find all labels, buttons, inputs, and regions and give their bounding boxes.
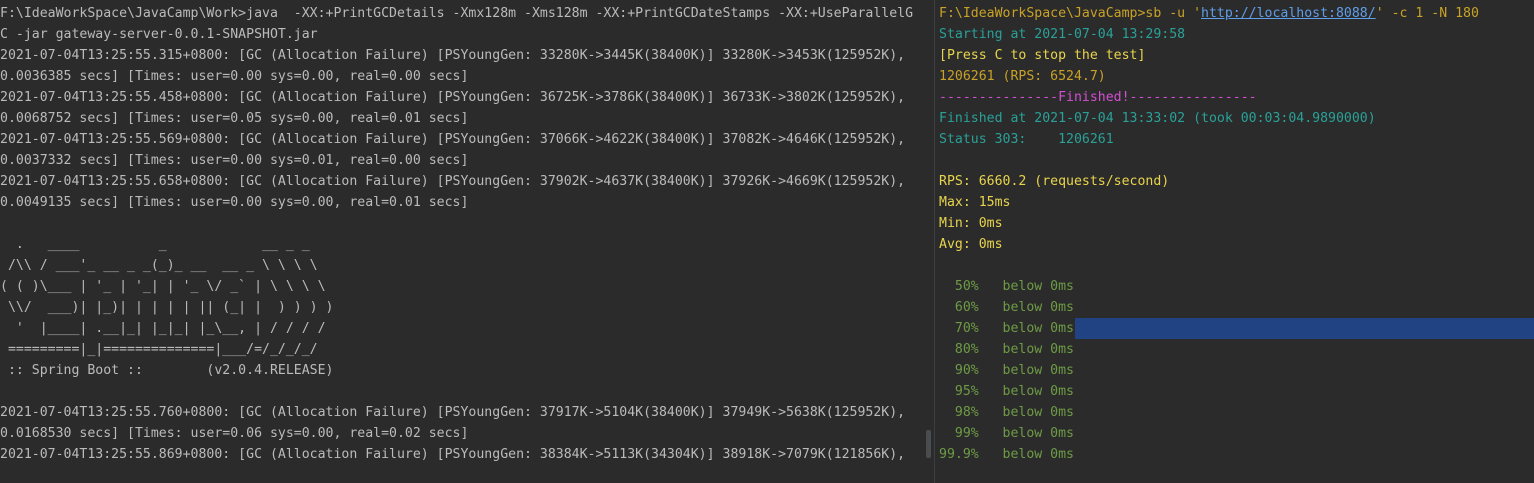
avg-line: Avg: 0ms [939, 237, 1003, 252]
min-line: Min: 0ms [939, 216, 1003, 231]
terminal-line: 2021-07-04T13:25:55.869+0800: [GC (Alloc… [0, 447, 906, 462]
spring-banner-line: :: Spring Boot :: (v2.0.4.RELEASE) [0, 363, 334, 378]
spring-banner-line: . ____ _ __ _ _ [0, 237, 310, 252]
percentile-line: 99% below 0ms [939, 426, 1074, 441]
right-terminal-output: F:\IdeaWorkSpace\JavaCamp>sb -u 'http://… [935, 0, 1534, 465]
spring-banner-line: /\\ / ___'_ __ _ _(_)_ __ __ _ \ \ \ \ [0, 258, 318, 273]
terminal-line: 0.0036385 secs] [Times: user=0.00 sys=0.… [0, 69, 469, 84]
spring-banner-line: =========|_|==============|___/=/_/_/_/ [0, 342, 318, 357]
terminal-line: 2021-07-04T13:25:55.569+0800: [GC (Alloc… [0, 132, 906, 147]
status-line: Status 303: 1206261 [939, 132, 1114, 147]
max-line: Max: 15ms [939, 195, 1011, 210]
percentile-line: 98% below 0ms [939, 405, 1074, 420]
right-terminal-pane[interactable]: F:\IdeaWorkSpace\JavaCamp>sb -u 'http://… [935, 0, 1534, 483]
progress-line: 1206261 (RPS: 6524.7) [939, 69, 1106, 84]
terminal-line: C -jar gateway-server-0.0.1-SNAPSHOT.jar [0, 27, 318, 42]
url-link[interactable]: http://localhost:8088/ [1201, 6, 1376, 21]
terminal-line: 0.0049135 secs] [Times: user=0.00 sys=0.… [0, 195, 469, 210]
spring-banner-line: \\/ ___)| |_)| | | | | || (_| | ) ) ) ) [0, 300, 334, 315]
rps-line: RPS: 6660.2 (requests/second) [939, 174, 1170, 189]
finished-banner: ---------------Finished!---------------- [939, 90, 1257, 105]
terminal-line: 0.0037332 secs] [Times: user=0.00 sys=0.… [0, 153, 469, 168]
terminal-line: 0.0168530 secs] [Times: user=0.06 sys=0.… [0, 426, 469, 441]
percentile-line: 99.9% below 0ms [939, 447, 1074, 462]
starting-line: Starting at 2021-07-04 13:29:58 [939, 27, 1186, 42]
percentile-line: 90% below 0ms [939, 363, 1074, 378]
terminal-line: 2021-07-04T13:25:55.760+0800: [GC (Alloc… [0, 405, 906, 420]
terminal-line: 2021-07-04T13:25:55.658+0800: [GC (Alloc… [0, 174, 906, 189]
spring-banner-line: ( ( )\___ | '_ | '_| | '_ \/ _` | \ \ \ … [0, 279, 326, 294]
percentile-line: 70% below 0ms [939, 321, 1074, 336]
terminal-line: F:\IdeaWorkSpace\JavaCamp\Work>java -XX:… [0, 6, 914, 21]
percentile-line: 95% below 0ms [939, 384, 1074, 399]
command-args: ' -c 1 -N 180 [1375, 6, 1479, 21]
terminal-line: 2021-07-04T13:25:55.315+0800: [GC (Alloc… [0, 48, 906, 63]
command-prompt: F:\IdeaWorkSpace\JavaCamp>sb -u ' [939, 6, 1202, 21]
press-c-hint: [Press C to stop the test] [939, 48, 1146, 63]
finished-at-line: Finished at 2021-07-04 13:33:02 (took 00… [939, 111, 1376, 126]
left-terminal-pane[interactable]: F:\IdeaWorkSpace\JavaCamp\Work>java -XX:… [0, 0, 922, 483]
percentile-line: 80% below 0ms [939, 342, 1074, 357]
spring-banner-line: ' |____| .__|_| |_|_| |_\__, | / / / / [0, 321, 326, 336]
percentile-line: 50% below 0ms [939, 279, 1074, 294]
left-terminal-output: F:\IdeaWorkSpace\JavaCamp\Work>java -XX:… [0, 0, 922, 465]
command-line: F:\IdeaWorkSpace\JavaCamp>sb -u 'http://… [939, 3, 1534, 24]
terminal-line: 2021-07-04T13:25:55.458+0800: [GC (Alloc… [0, 90, 906, 105]
scrollbar-thumb[interactable] [926, 430, 931, 458]
terminal-line: 0.0068752 secs] [Times: user=0.05 sys=0.… [0, 111, 469, 126]
percentile-line: 60% below 0ms [939, 300, 1074, 315]
